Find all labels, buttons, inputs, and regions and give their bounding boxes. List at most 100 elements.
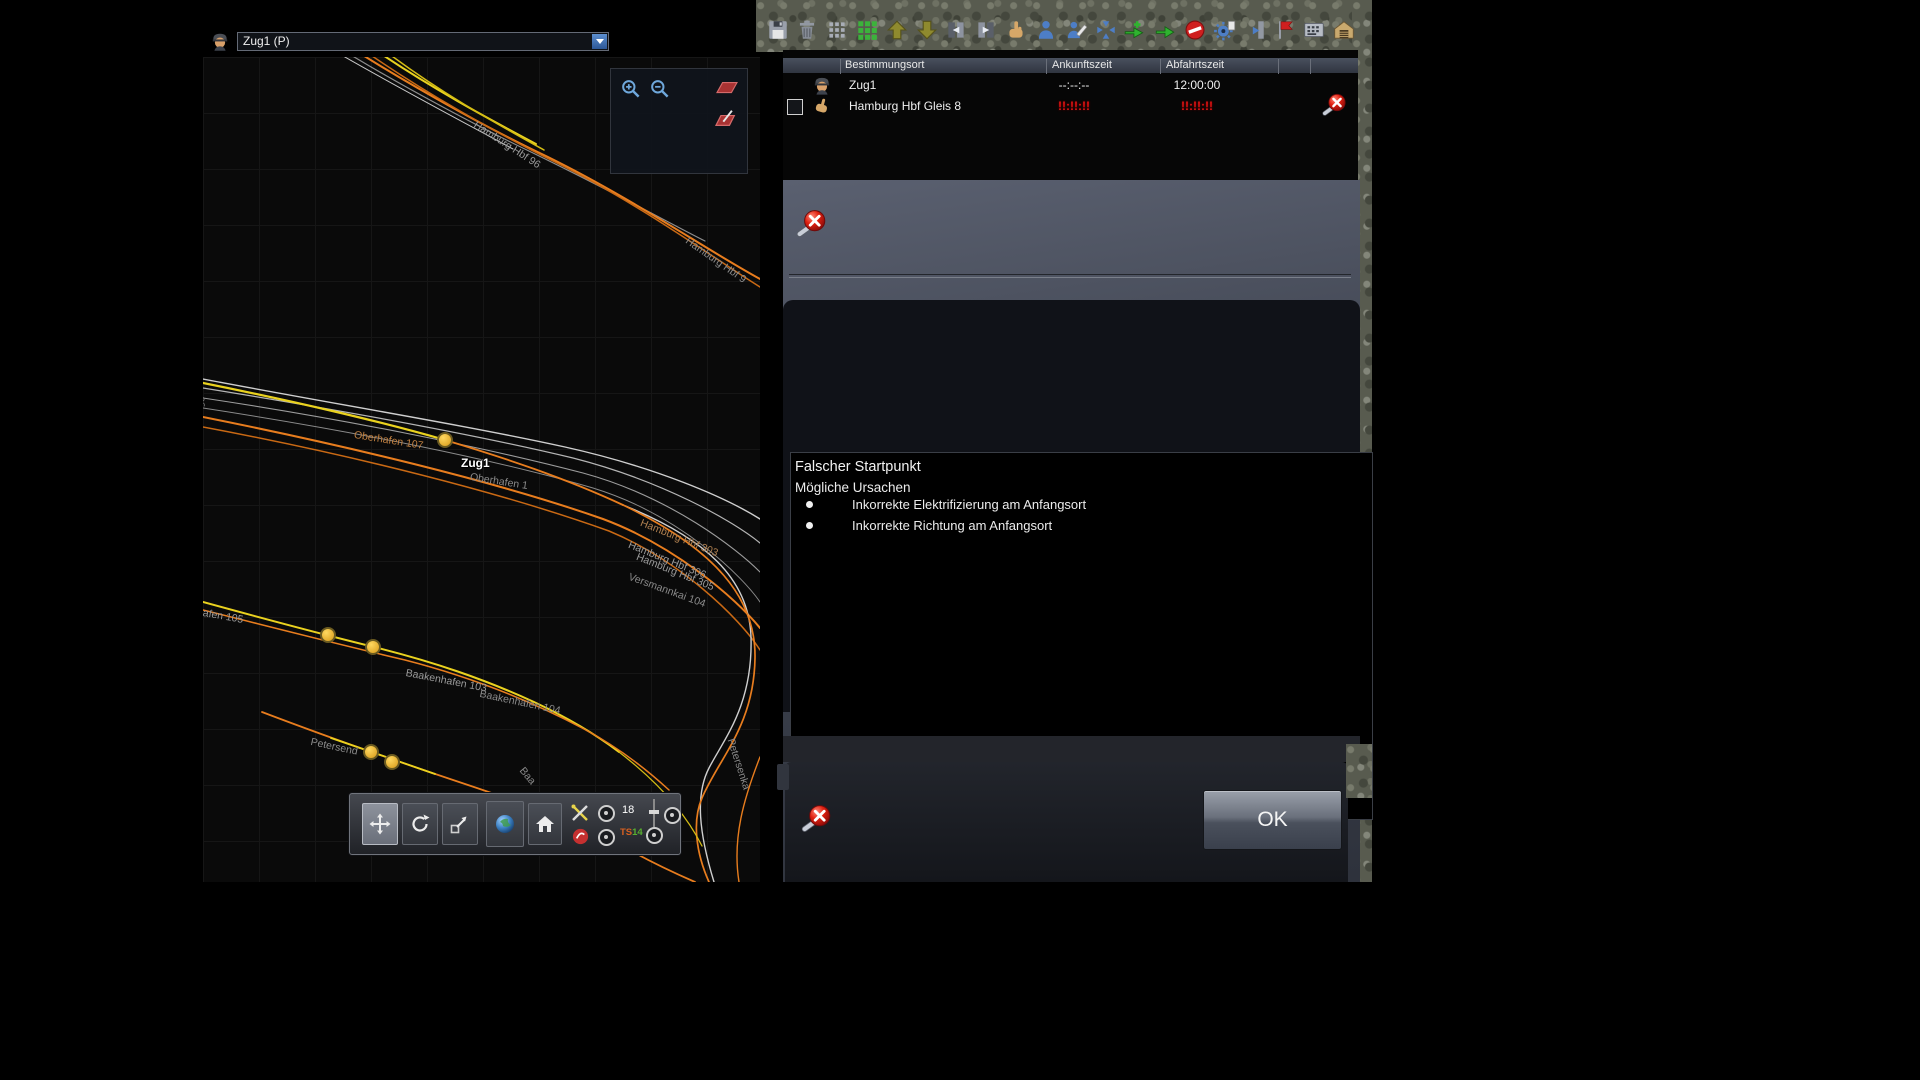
row-departure-error: !!:!!:!! xyxy=(1155,99,1239,113)
shift-right-button[interactable] xyxy=(973,15,1000,45)
hud-toggle-4[interactable] xyxy=(646,827,663,844)
train-selector-row: Zug1 (P) xyxy=(207,31,609,51)
waypoint-go-icon xyxy=(1153,18,1177,42)
grid-small-button[interactable] xyxy=(824,15,851,45)
keypad-icon xyxy=(1302,18,1326,42)
version-badge: TS14 xyxy=(620,827,643,838)
free-move-button[interactable] xyxy=(442,803,478,845)
col-abfahrtszeit: Abfahrtszeit xyxy=(1166,59,1224,71)
red-area-icon xyxy=(712,77,742,97)
delete-all-icon xyxy=(800,804,832,836)
free-move-icon xyxy=(448,812,472,836)
move-icon xyxy=(368,812,392,836)
tools-button[interactable] xyxy=(569,802,591,824)
move-button[interactable] xyxy=(362,803,398,845)
red-area-edit-icon xyxy=(712,107,742,129)
row-arrival: --:--:-- xyxy=(1035,78,1113,92)
delete-waypoint-button[interactable] xyxy=(1321,93,1347,119)
grid-large-button[interactable] xyxy=(853,15,880,45)
rotate-button[interactable] xyxy=(402,803,438,845)
hud-toggle-2[interactable] xyxy=(664,807,681,824)
driver-edit-icon xyxy=(1064,18,1088,42)
train-selector-value: Zug1 (P) xyxy=(243,34,290,49)
driver-button[interactable] xyxy=(1032,15,1059,45)
globe-icon xyxy=(493,812,517,836)
error-message-container: Falscher Startpunkt Mögliche Ursachen In… xyxy=(783,300,1360,712)
flag-button[interactable] xyxy=(1271,15,1298,45)
shift-left-button[interactable] xyxy=(943,15,970,45)
delete-all-button[interactable] xyxy=(800,804,832,836)
waypoint-add-button[interactable] xyxy=(1122,15,1149,45)
timetable-row[interactable]: Zug1 --:--:-- 12:00:00 xyxy=(783,75,1358,96)
scenario-settings-icon xyxy=(1213,18,1237,42)
scenario-settings-button[interactable] xyxy=(1211,15,1238,45)
error-subtitle: Mögliche Ursachen xyxy=(795,480,911,495)
record-button[interactable] xyxy=(571,827,590,846)
zoom-in-button[interactable] xyxy=(619,77,643,101)
bullet-icon xyxy=(806,501,813,508)
delete-icon xyxy=(795,18,819,42)
col-bestimmungsort: Bestimmungsort xyxy=(845,59,924,71)
train-map-label: Zug1 xyxy=(461,456,490,470)
home-icon xyxy=(533,812,557,836)
marker-area-button[interactable] xyxy=(712,77,742,97)
no-entry-button[interactable] xyxy=(1182,15,1209,45)
hud-toggle-1[interactable] xyxy=(598,805,615,822)
hud-slider[interactable] xyxy=(649,799,659,827)
waypoint-marker[interactable] xyxy=(363,744,379,760)
confirm-panel: OK xyxy=(785,762,1348,882)
desktop-texture xyxy=(1346,744,1372,798)
marker-edit-button[interactable] xyxy=(712,107,742,129)
home-button[interactable] xyxy=(528,803,562,845)
ok-button[interactable]: OK xyxy=(1203,790,1342,850)
timetable-header: Bestimmungsort Ankunftszeit Abfahrtszeit xyxy=(783,58,1358,73)
row-checkbox[interactable] xyxy=(787,99,803,115)
waypoint-marker[interactable] xyxy=(365,639,381,655)
flag-icon xyxy=(1273,18,1297,42)
delete-instruction-button[interactable] xyxy=(795,209,827,241)
hud-toggle-3[interactable] xyxy=(598,829,615,846)
waypoint-marker[interactable] xyxy=(384,754,400,770)
delete-waypoint-icon xyxy=(1321,93,1347,119)
crossed-tools-icon xyxy=(569,802,591,824)
panel-shadow-band xyxy=(783,736,1360,762)
timetable-row[interactable]: Hamburg Hbf Gleis 8 !!:!!:!! !!:!!:!! xyxy=(783,96,1358,117)
terrain-up-icon xyxy=(885,18,909,42)
bullet-icon xyxy=(806,522,813,529)
terrain-up-button[interactable] xyxy=(883,15,910,45)
world-view-button[interactable] xyxy=(486,801,524,847)
instruction-panel: Falscher Startpunkt Mögliche Ursachen In… xyxy=(783,180,1360,882)
dropdown-arrow-button[interactable] xyxy=(592,34,607,49)
panel-divider xyxy=(789,274,1351,278)
depot-button[interactable] xyxy=(1331,15,1358,45)
hand-icon xyxy=(811,96,833,116)
driver-edit-button[interactable] xyxy=(1062,15,1089,45)
col-ankunftszeit: Ankunftszeit xyxy=(1052,59,1112,71)
track-map[interactable]: Hamburg Hbf 96Hamburg Hbf 90sOberhafen 1… xyxy=(203,57,760,882)
snap-button[interactable] xyxy=(1092,15,1119,45)
select-hand-button[interactable] xyxy=(1003,15,1030,45)
save-button[interactable] xyxy=(764,15,791,45)
zoom-out-button[interactable] xyxy=(648,77,672,101)
delete-button[interactable] xyxy=(794,15,821,45)
chevron-down-icon xyxy=(596,39,604,44)
waypoint-marker[interactable] xyxy=(320,627,336,643)
row-departure: 12:00:00 xyxy=(1155,78,1239,92)
version-badge-ts: TS xyxy=(620,827,632,838)
keypad-button[interactable] xyxy=(1301,15,1328,45)
terrain-brush-value: 18 xyxy=(622,804,634,816)
terrain-down-button[interactable] xyxy=(913,15,940,45)
waypoint-add-icon xyxy=(1123,18,1147,42)
train-selector[interactable]: Zug1 (P) xyxy=(237,32,609,51)
timetable-panel: Bestimmungsort Ankunftszeit Abfahrtszeit… xyxy=(783,50,1358,180)
shift-right-icon xyxy=(974,18,998,42)
portal-icon xyxy=(1243,18,1267,42)
delete-instruction-icon xyxy=(795,209,827,241)
row-destination: Zug1 xyxy=(849,78,876,92)
waypoint-marker[interactable] xyxy=(437,432,453,448)
portal-button[interactable] xyxy=(1241,15,1268,45)
waypoint-go-button[interactable] xyxy=(1152,15,1179,45)
error-title: Falscher Startpunkt xyxy=(795,459,921,475)
select-hand-icon xyxy=(1004,18,1028,42)
snap-icon xyxy=(1094,18,1118,42)
